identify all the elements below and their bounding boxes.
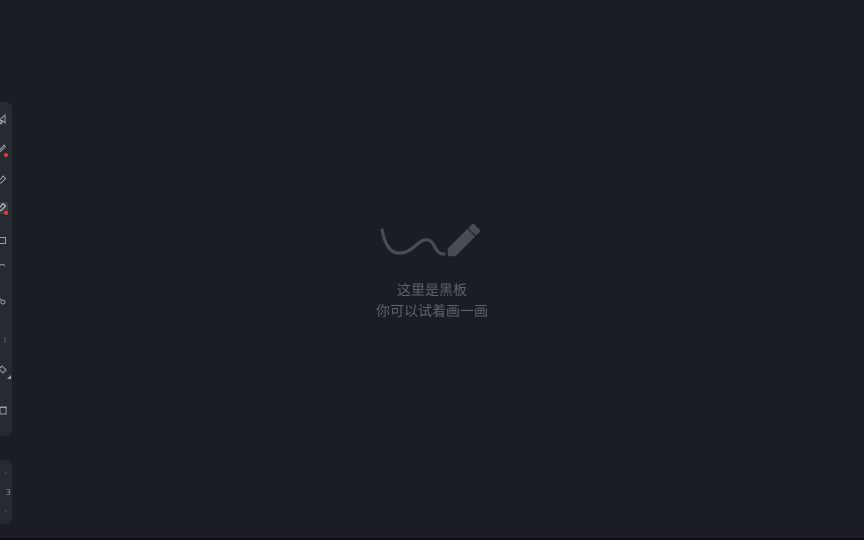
submenu-indicator-icon	[7, 375, 11, 379]
pen-color-indicator	[4, 153, 8, 157]
squiggle-pencil-icon	[380, 223, 481, 257]
text-icon[interactable]	[0, 262, 8, 274]
divider-icon	[0, 334, 8, 346]
laser-pointer-icon[interactable]	[0, 294, 8, 306]
page-navigator: · 3 ·	[0, 460, 12, 524]
marker-icon[interactable]	[0, 202, 8, 215]
left-toolbar	[0, 102, 12, 436]
empty-state: 这里是黑板 你可以试着画一画	[332, 216, 532, 326]
blackboard-canvas[interactable]: · 3 · 这里是黑板 你可以试着画一画	[0, 0, 864, 538]
empty-state-title: 这里是黑板	[397, 283, 467, 299]
rectangle-icon[interactable]	[0, 234, 8, 246]
previous-page-icon[interactable]: ·	[4, 470, 7, 478]
eraser-icon[interactable]	[0, 364, 11, 379]
marker-color-indicator	[4, 211, 8, 215]
empty-state-subtitle: 你可以试着画一画	[376, 304, 488, 320]
mouse-pointer-icon[interactable]	[0, 114, 8, 126]
next-page-icon[interactable]: ·	[4, 508, 7, 516]
highlighter-icon[interactable]	[0, 174, 8, 186]
pen-icon[interactable]	[0, 144, 8, 157]
clear-icon[interactable]	[0, 404, 8, 416]
current-page-number: 3	[5, 488, 11, 497]
